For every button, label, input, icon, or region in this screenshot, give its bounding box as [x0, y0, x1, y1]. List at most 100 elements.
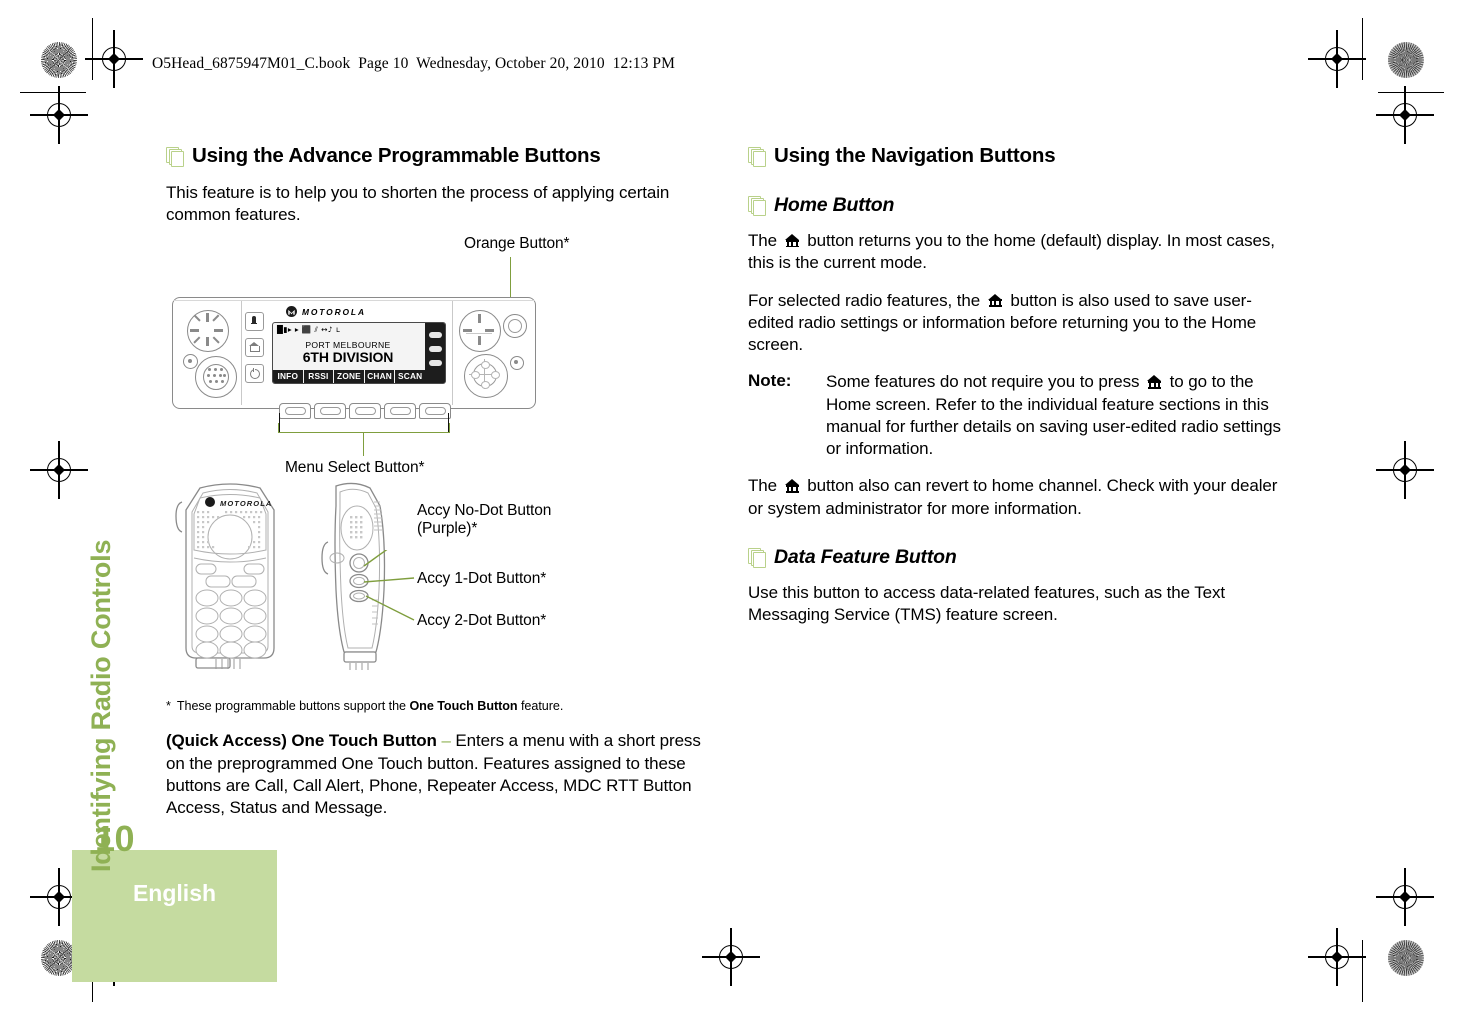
footnote-post: feature.	[517, 699, 564, 713]
registration-mark-right-lower	[1376, 868, 1434, 926]
data-feature-key[interactable]	[245, 312, 264, 331]
left-column: Using the Advance Programmable Buttons T…	[166, 145, 706, 817]
navigation-pad[interactable]	[464, 354, 508, 398]
motorola-m-icon	[286, 306, 297, 317]
heading-advance-programmable-buttons: Using the Advance Programmable Buttons	[166, 145, 706, 168]
intro-paragraph: This feature is to help you to shorten t…	[166, 183, 670, 225]
page-number: 10	[95, 818, 135, 859]
footnote-bold: One Touch Button	[409, 699, 518, 713]
heading-text: Using the Advance Programmable Buttons	[192, 144, 601, 167]
softkey-zone[interactable]: ZONE	[334, 370, 365, 383]
home-paragraph-3: The button also can revert to home chann…	[748, 475, 1288, 520]
registration-mark-right-middle	[1376, 441, 1434, 499]
figure-microphone: MOTOROLA Accy No-Dot Button (Purple)* Ac…	[166, 480, 706, 685]
callout-line-menu	[363, 432, 365, 456]
channel-knob	[459, 310, 501, 352]
rosette-mark-top-right	[1388, 42, 1424, 78]
callout-accy-no-dot-line1: Accy No-Dot Button	[417, 502, 552, 519]
lcd-status-icons: █▮▸ ▸ ⬛ ⫽ ↔♪ ʟ	[277, 325, 341, 334]
note-a: Some features do not require you to pres…	[826, 372, 1145, 392]
registration-mark-left-upper	[30, 86, 88, 144]
registration-mark-top-right-inner	[1308, 30, 1366, 88]
softkey-chan[interactable]: CHAN	[365, 370, 396, 383]
quick-access-paragraph: (Quick Access) One Touch Button – Enters…	[166, 730, 706, 819]
pages-icon	[748, 547, 766, 569]
home-p3-b: button also can revert to home channel. …	[748, 476, 1278, 518]
lcd-screen: █▮▸ ▸ ⬛ ⫽ ↔♪ ʟ PORT MELBOURNE 6TH DIVISI…	[272, 322, 446, 384]
language-label: English	[132, 880, 217, 906]
registration-mark-left-lower	[30, 868, 88, 926]
softkey-scan[interactable]: SCAN	[395, 370, 445, 383]
crop-line-right-vert	[1362, 940, 1364, 1002]
menu-select-button-2[interactable]	[314, 403, 346, 419]
heading-text: Using the Navigation Buttons	[774, 144, 1056, 167]
callout-accy-no-dot-line2: (Purple)*	[417, 520, 478, 537]
orange-button[interactable]	[503, 314, 527, 338]
callout-accy-no-dot: Accy No-Dot Button (Purple)*	[417, 502, 551, 538]
heading-text: Data Feature Button	[774, 545, 957, 568]
rosette-mark-bottom-right	[1388, 940, 1424, 976]
pages-icon	[748, 196, 766, 217]
motorola-logo-radio: MOTOROLA	[286, 306, 366, 317]
right-column: Using the Navigation Buttons Home Button…	[748, 145, 1288, 641]
callout-orange-button: Orange Button*	[464, 235, 570, 252]
callout-bracket-right-tip	[449, 423, 451, 433]
volume-knob	[187, 310, 229, 352]
quick-access-dash: –	[441, 731, 451, 751]
menu-select-button-4[interactable]	[384, 403, 416, 419]
heading-navigation-buttons: Using the Navigation Buttons	[748, 145, 1288, 168]
home-icon	[1147, 375, 1162, 389]
home-icon	[987, 293, 1003, 307]
note-block: Note: Some features do not require you t…	[748, 371, 1288, 460]
note-body: Some features do not require you to pres…	[826, 371, 1288, 460]
left-column-lower-text: * These programmable buttons support the …	[166, 698, 706, 834]
mic-callout-lines	[363, 550, 415, 621]
home-p2-a: For selected radio features, the	[748, 290, 985, 310]
status-led	[183, 354, 198, 369]
callout-accy-2-dot: Accy 2-Dot Button*	[417, 612, 547, 629]
menu-select-button-5[interactable]	[419, 403, 451, 419]
svg-text:MOTOROLA: MOTOROLA	[220, 499, 272, 508]
radio-head-body: MOTOROLA █▮▸ ▸ ⬛ ⫽ ↔♪ ʟ PORT MELBOURNE 6…	[172, 297, 536, 409]
chapter-tab-vertical: Identifying Radio Controls	[86, 0, 126, 872]
manual-page: O5Head_6875947M01_C.book Page 10 Wednesd…	[0, 0, 1462, 1013]
footnote-star: *	[166, 699, 171, 713]
heading-text: Home Button	[774, 194, 895, 216]
crop-line-top-right-v	[1362, 18, 1364, 80]
rosette-mark-top-left	[41, 42, 77, 78]
registration-mark-bottom-center	[702, 928, 760, 986]
registration-mark-left-middle	[30, 441, 88, 499]
secondary-led	[510, 356, 524, 370]
home-key[interactable]	[245, 338, 264, 357]
power-key[interactable]	[245, 364, 264, 383]
chapter-tab-label: Identifying Radio Controls	[86, 539, 116, 872]
data-feature-paragraph: Use this button to access data-related f…	[748, 582, 1226, 625]
crop-line-left-top-h	[20, 92, 86, 94]
registration-mark-bottom-right	[1308, 928, 1366, 986]
heading-data-feature-button: Data Feature Button	[748, 546, 1288, 569]
motorola-wordmark: MOTOROLA	[302, 306, 366, 317]
note-label: Note:	[748, 371, 792, 391]
callout-bracket-left-tip	[278, 423, 280, 433]
home-p3-a: The	[748, 476, 782, 496]
softkey-info[interactable]: INFO	[273, 370, 304, 383]
menu-select-button-1[interactable]	[279, 403, 311, 419]
softkey-rssi[interactable]: RSSI	[304, 370, 335, 383]
quick-access-term: (Quick Access) One Touch Button	[166, 731, 437, 751]
mic-connector	[195, 356, 237, 398]
home-p1-b: button returns you to the home (default)…	[748, 231, 1275, 273]
home-p1-a: The	[748, 231, 782, 250]
book-header-text: O5Head_6875947M01_C.book Page 10 Wednesd…	[152, 55, 675, 72]
radio-display-assembly: MOTOROLA █▮▸ ▸ ⬛ ⫽ ↔♪ ʟ PORT MELBOURNE 6…	[272, 306, 446, 398]
registration-mark-right-upper	[1376, 86, 1434, 144]
lcd-line-2: 6TH DIVISION	[302, 349, 394, 365]
home-paragraph-1: The button returns you to the home (defa…	[748, 230, 1288, 275]
pages-icon	[166, 147, 184, 168]
menu-select-button-3[interactable]	[349, 403, 381, 419]
pages-icon	[748, 147, 766, 168]
mic-front-view: MOTOROLA	[175, 483, 275, 669]
heading-home-button: Home Button	[748, 194, 1288, 217]
crop-line-right-top-h	[1378, 92, 1444, 94]
lcd-softkey-row: INFO RSSI ZONE CHAN SCAN	[273, 370, 445, 383]
callout-accy-1-dot: Accy 1-Dot Button*	[417, 570, 547, 587]
